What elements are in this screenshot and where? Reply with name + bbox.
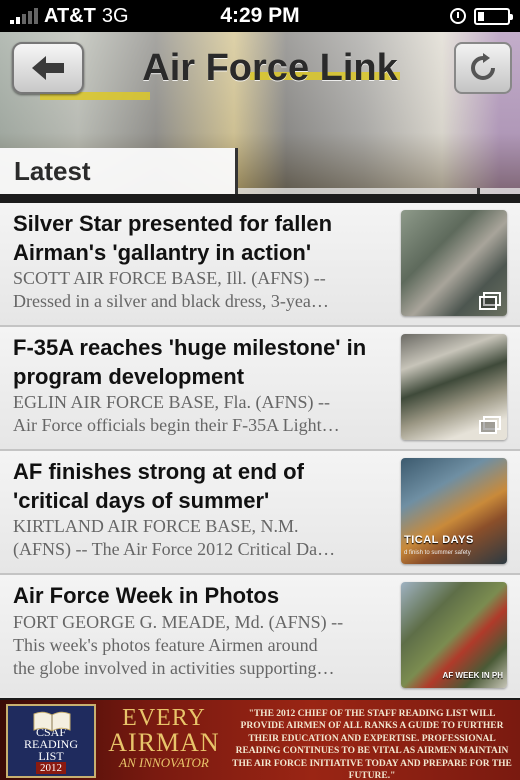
- news-item[interactable]: F-35A reaches 'huge milestone' in progra…: [0, 327, 520, 451]
- news-summary-line: the globe involved in activities support…: [13, 658, 335, 678]
- news-summary-line: EGLIN AIR FORCE BASE, Fla. (AFNS) --: [13, 392, 331, 412]
- tab-label: Latest: [14, 156, 91, 186]
- news-summary-line: KIRTLAND AIR FORCE BASE, N.M.: [13, 516, 299, 536]
- news-item[interactable]: Air Force Week in Photos FORT GEORGE G. …: [0, 575, 520, 696]
- arrow-left-icon: [32, 56, 64, 80]
- back-button[interactable]: [12, 42, 84, 94]
- status-bar: AT&T 3G 4:29 PM: [0, 0, 520, 32]
- ad-slogan-innovator: AN INNOVATOR: [119, 755, 209, 770]
- tab-latest-headlines[interactable]: Latest Headlines: [0, 148, 238, 200]
- thumbnail-tag: AF WEEK IN PH: [442, 671, 503, 680]
- news-summary: EGLIN AIR FORCE BASE, Fla. (AFNS) -- Air…: [13, 391, 393, 437]
- news-summary-line: This week's photos feature Airmen around: [13, 635, 318, 655]
- news-summary-line: SCOTT AIR FORCE BASE, Ill. (AFNS) --: [13, 268, 326, 288]
- battery-icon: [474, 7, 513, 25]
- news-item[interactable]: Silver Star presented for fallen Airman'…: [0, 203, 520, 327]
- news-item[interactable]: AF finishes strong at end of 'critical d…: [0, 451, 520, 575]
- ad-slogan-airman: AIRMAN: [108, 728, 220, 757]
- news-summary-line: FORT GEORGE G. MEADE, Md. (AFNS) --: [13, 612, 344, 632]
- header: Air Force Link Latest Headlines Features…: [0, 32, 520, 200]
- news-thumbnail: [401, 210, 507, 316]
- news-title: Silver Star presented for fallen Airman'…: [13, 211, 333, 265]
- tab-underline: [0, 194, 520, 203]
- ad-banner[interactable]: CSAF READING LIST 2012 EVERY AIRMAN AN I…: [0, 698, 520, 780]
- news-summary: SCOTT AIR FORCE BASE, Ill. (AFNS) -- Dre…: [13, 267, 393, 313]
- ad-slogan: EVERY AIRMAN AN INNOVATOR: [104, 706, 224, 770]
- ad-quote: "THE 2012 CHIEF OF THE STAFF READING LIS…: [232, 709, 512, 780]
- thumbnail-subcaption: d finish to summer safety: [404, 550, 471, 556]
- news-summary: KIRTLAND AIR FORCE BASE, N.M. (AFNS) -- …: [13, 515, 393, 561]
- news-thumbnail: TICAL DAYS d finish to summer safety: [401, 458, 507, 564]
- reading-list-logo: CSAF READING LIST 2012: [6, 704, 96, 778]
- photo-gallery-icon: [479, 416, 501, 434]
- news-summary-line: Dressed in a silver and black dress, 3-y…: [13, 291, 329, 311]
- news-summary: FORT GEORGE G. MEADE, Md. (AFNS) -- This…: [13, 611, 393, 680]
- news-list: Silver Star presented for fallen Airman'…: [0, 203, 520, 698]
- news-title: Air Force Week in Photos: [13, 583, 280, 608]
- news-thumbnail: AF WEEK IN PH: [401, 582, 507, 688]
- network-type: 3G: [101, 4, 129, 27]
- photo-gallery-icon: [479, 292, 501, 310]
- thumbnail-caption: TICAL DAYS: [404, 534, 474, 546]
- refresh-button[interactable]: [454, 42, 512, 94]
- news-summary-line: Air Force officials begin their F-35A Li…: [13, 415, 340, 435]
- alarm-clock-icon: [450, 8, 466, 24]
- logo-text: LIST: [38, 749, 64, 763]
- news-summary-line: (AFNS) -- The Air Force 2012 Critical Da…: [13, 539, 336, 559]
- page-title: Air Force Link: [142, 46, 398, 89]
- status-left: AT&T 3G: [10, 5, 129, 28]
- refresh-icon: [471, 53, 495, 80]
- news-thumbnail: [401, 334, 507, 440]
- logo-year: 2012: [36, 762, 66, 774]
- news-title: F-35A reaches 'huge milestone' in progra…: [13, 335, 367, 389]
- ad-slogan-every: EVERY: [122, 705, 206, 731]
- carrier-name: AT&T: [44, 4, 96, 27]
- signal-icon: [10, 8, 38, 24]
- tab-bar: Latest Headlines Features Co: [0, 148, 520, 200]
- book-icon: [33, 711, 71, 732]
- status-right: [450, 7, 513, 25]
- news-title: AF finishes strong at end of 'critical d…: [13, 459, 304, 513]
